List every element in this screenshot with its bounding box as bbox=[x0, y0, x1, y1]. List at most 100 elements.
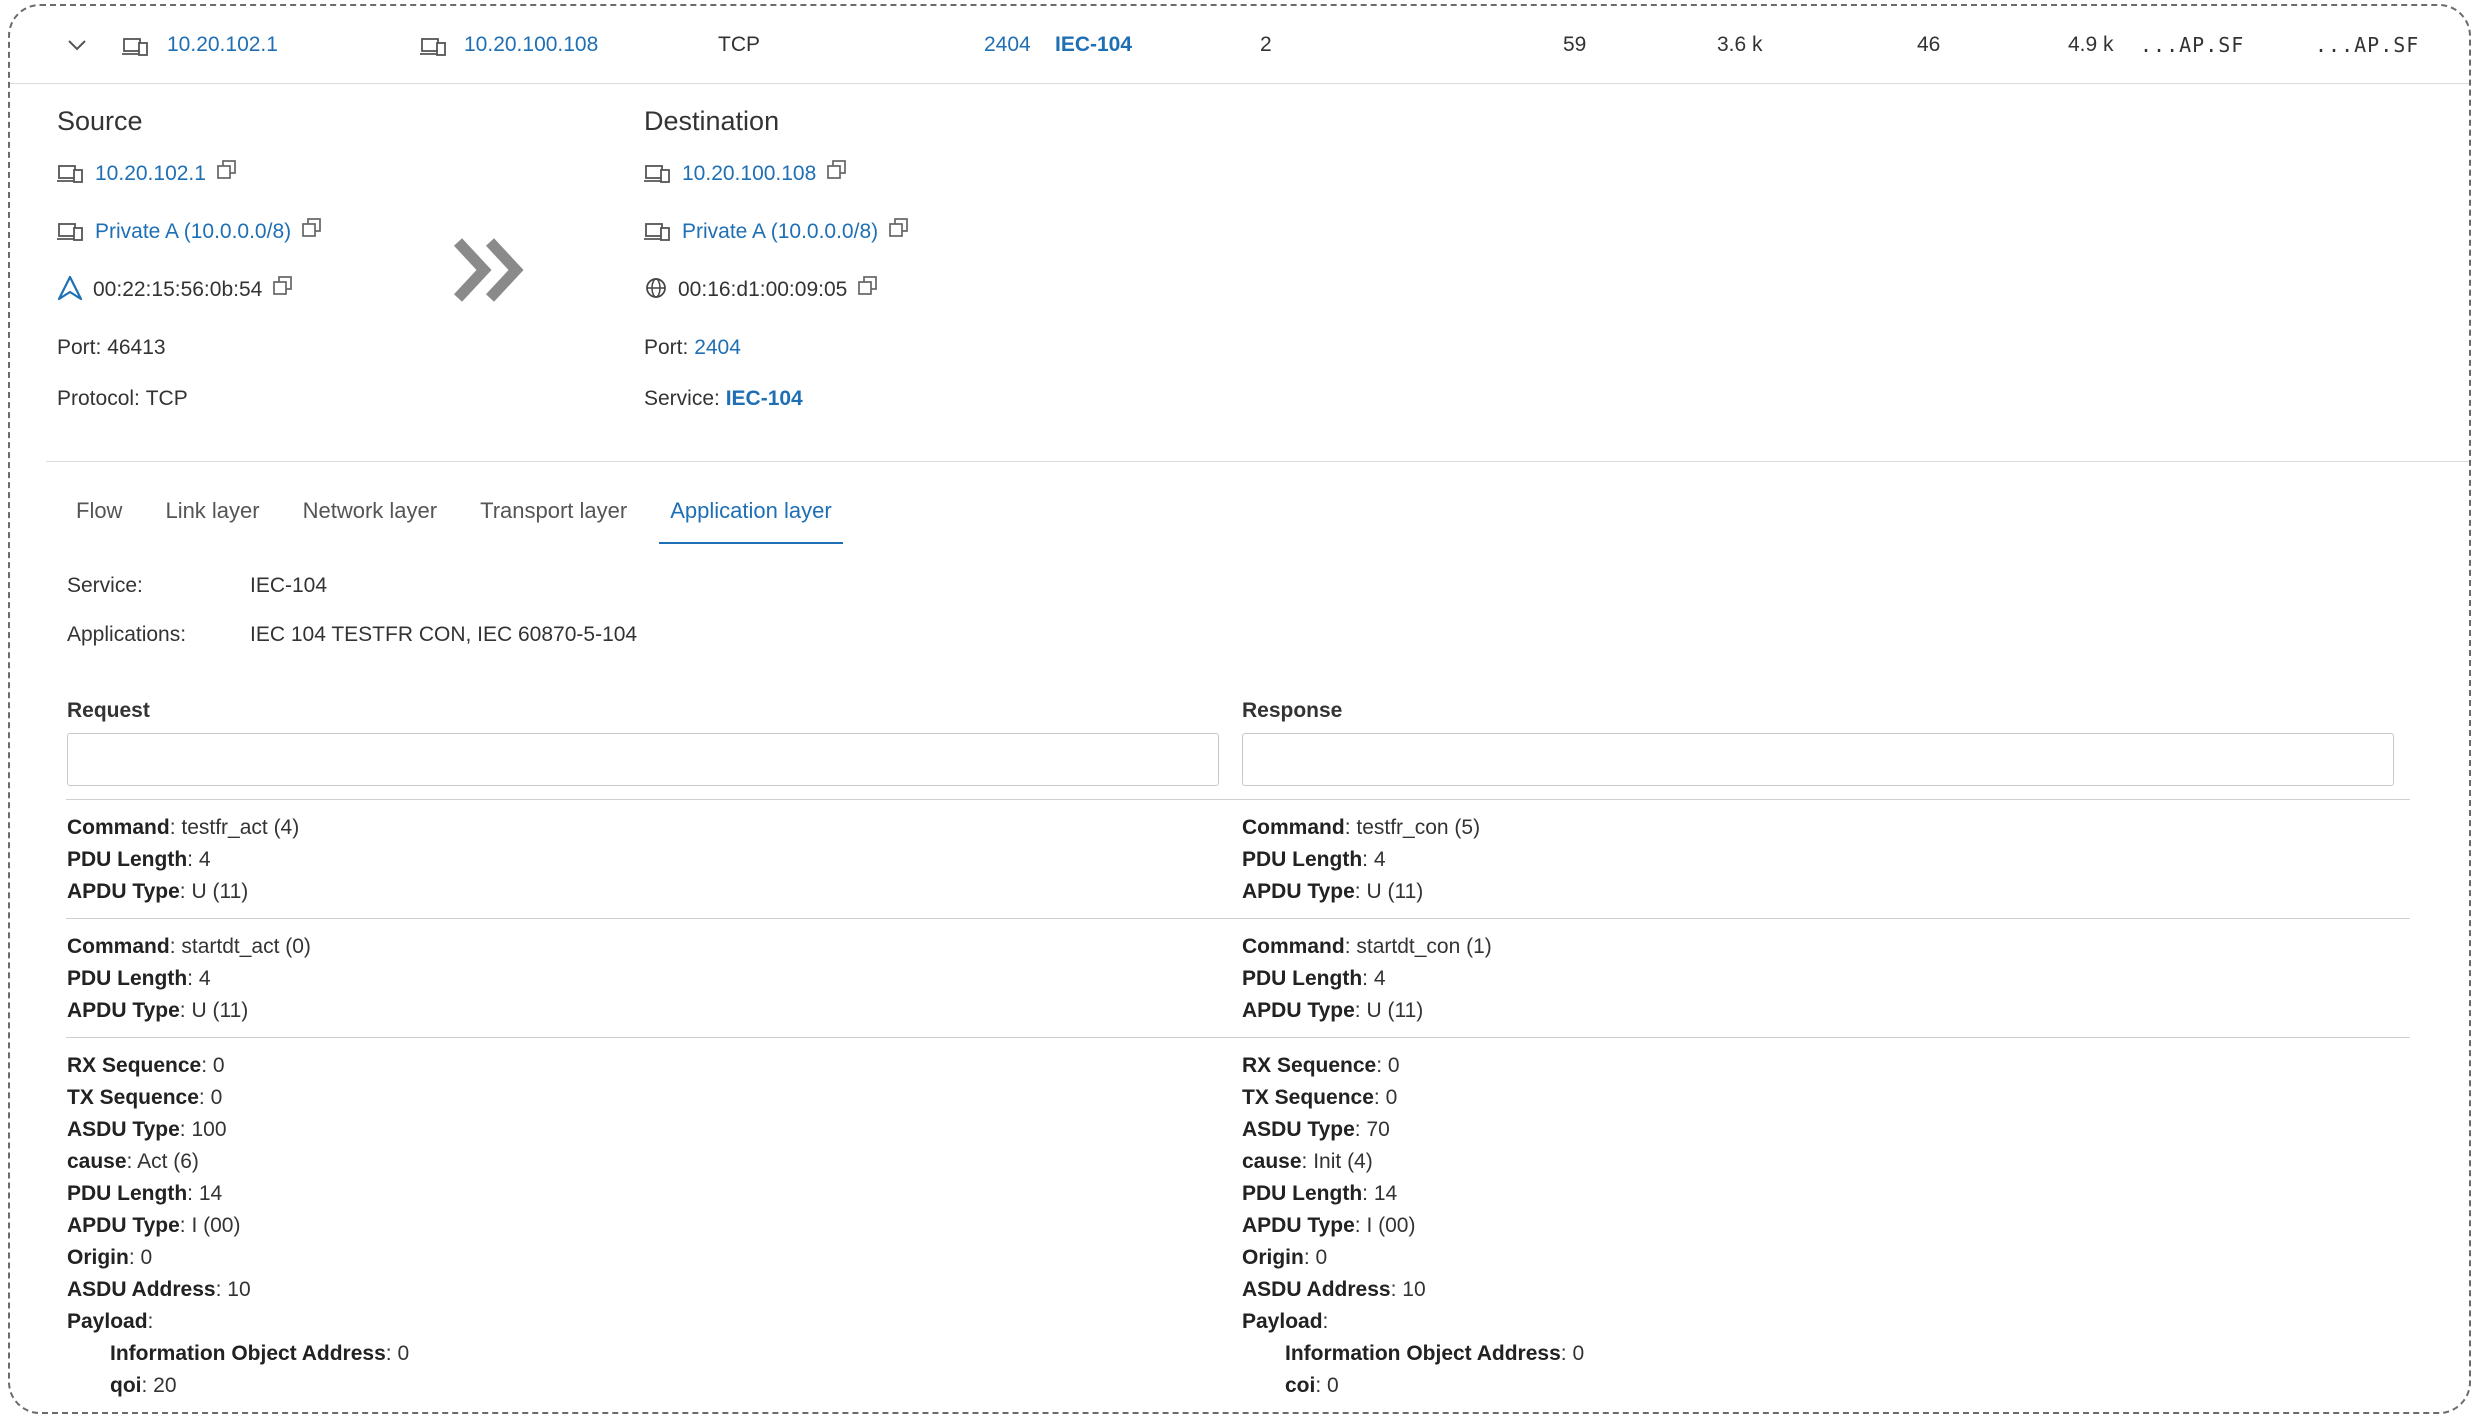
flow-detail-panel: 10.20.102.1 10.20.100.108 TCP 2404 IEC-1… bbox=[8, 4, 2471, 1414]
destination-port-line: Port: 2404 bbox=[644, 333, 910, 384]
pdu-field: ASDU Address: 10 bbox=[1242, 1278, 1426, 1301]
copy-icon[interactable] bbox=[857, 275, 879, 297]
request-pdu: RX Sequence: 0 TX Sequence: 0 ASDU Type:… bbox=[67, 1050, 409, 1402]
destination-mac: 00:16:d1:00:09:05 bbox=[678, 278, 848, 301]
pdu-field: Command: startdt_con (1) bbox=[1242, 935, 1492, 958]
chevron-down-icon[interactable] bbox=[62, 32, 92, 58]
pdu-field: Command: testfr_con (5) bbox=[1242, 816, 1481, 839]
pdu-field: PDU Length: 4 bbox=[1242, 967, 1386, 990]
flow-protocol: TCP bbox=[718, 33, 760, 56]
flow-flags-a: ...AP.SF bbox=[2140, 33, 2245, 57]
pdu-field: coi: 0 bbox=[1285, 1374, 1339, 1397]
pdu-field: cause: Init (4) bbox=[1242, 1150, 1373, 1173]
pdu-field: Command: testfr_act (4) bbox=[67, 816, 300, 839]
copy-icon[interactable] bbox=[888, 217, 910, 239]
pdu-field: PDU Length: 14 bbox=[67, 1182, 223, 1205]
source-heading: Source bbox=[57, 106, 143, 136]
pdu-field: APDU Type: U (11) bbox=[67, 999, 249, 1022]
response-filter-input[interactable] bbox=[1242, 733, 2394, 786]
source-mac-line: 00:22:15:56:0b:54 bbox=[57, 275, 323, 333]
destination-heading: Destination bbox=[644, 106, 780, 136]
flow-count: 2 bbox=[1260, 33, 1272, 56]
source-mac: 00:22:15:56:0b:54 bbox=[93, 278, 263, 301]
source-port-label: Port: bbox=[57, 336, 102, 359]
row-divider bbox=[66, 918, 2410, 919]
flow-flags-b: ...AP.SF bbox=[2315, 33, 2420, 57]
pdu-field: PDU Length: 4 bbox=[1242, 848, 1386, 871]
device-icon bbox=[57, 159, 85, 189]
tab-network-layer[interactable]: Network layer bbox=[292, 486, 448, 544]
source-port: 46413 bbox=[107, 336, 166, 359]
source-protocol-label: Protocol: bbox=[57, 387, 140, 410]
layer-tabs: Flow Link layer Network layer Transport … bbox=[65, 486, 864, 544]
copy-icon[interactable] bbox=[272, 275, 294, 297]
destination-service[interactable]: IEC-104 bbox=[726, 384, 803, 414]
pdu-field: Payload: bbox=[67, 1310, 154, 1333]
source-section: Source 10.20.102.1 Private A (10.0.0.0/8… bbox=[57, 106, 323, 435]
destination-section: Destination 10.20.100.108 Private A (10.… bbox=[644, 106, 910, 435]
response-pdu: RX Sequence: 0 TX Sequence: 0 ASDU Type:… bbox=[1242, 1050, 1584, 1402]
pdu-field: ASDU Type: 70 bbox=[1242, 1118, 1390, 1141]
tab-link-layer[interactable]: Link layer bbox=[154, 486, 270, 544]
flow-packets-a: 59 bbox=[1563, 33, 1587, 56]
destination-service-label: Service: bbox=[644, 387, 720, 410]
section-divider bbox=[46, 461, 2469, 462]
pdu-field: PDU Length: 4 bbox=[67, 848, 211, 871]
flow-service[interactable]: IEC-104 bbox=[1055, 30, 1132, 60]
flow-dst-ip[interactable]: 10.20.100.108 bbox=[464, 30, 598, 60]
source-network-line: Private A (10.0.0.0/8) bbox=[57, 217, 323, 275]
flow-packets-b: 46 bbox=[1917, 33, 1941, 56]
app-applications-value: IEC 104 TESTFR CON, IEC 60870-5-104 bbox=[250, 623, 638, 646]
destination-network[interactable]: Private A (10.0.0.0/8) bbox=[682, 217, 878, 247]
source-ip[interactable]: 10.20.102.1 bbox=[95, 159, 206, 189]
flow-summary-row[interactable]: 10.20.102.1 10.20.100.108 TCP 2404 IEC-1… bbox=[10, 6, 2469, 84]
pdu-field: cause: Act (6) bbox=[67, 1150, 199, 1173]
destination-service-line: Service: IEC-104 bbox=[644, 384, 910, 435]
source-protocol: TCP bbox=[145, 387, 188, 410]
destination-ip-line: 10.20.100.108 bbox=[644, 159, 910, 217]
device-icon bbox=[644, 217, 672, 247]
app-service-label: Service: bbox=[67, 574, 143, 597]
destination-port-label: Port: bbox=[644, 336, 689, 359]
app-service-value: IEC-104 bbox=[250, 574, 328, 597]
flow-bytes-a: 3.6 k bbox=[1717, 33, 1763, 56]
device-icon bbox=[57, 217, 85, 247]
row-divider bbox=[66, 1037, 2410, 1038]
pdu-field: PDU Length: 4 bbox=[67, 967, 211, 990]
destination-ip[interactable]: 10.20.100.108 bbox=[682, 159, 816, 189]
pdu-field: APDU Type: I (00) bbox=[67, 1214, 241, 1237]
row-divider bbox=[66, 799, 2410, 800]
request-filter-input[interactable] bbox=[67, 733, 1219, 786]
pdu-field: Information Object Address: 0 bbox=[1285, 1342, 1585, 1365]
double-chevron-right-icon bbox=[453, 238, 524, 302]
copy-icon[interactable] bbox=[216, 159, 238, 181]
tab-application-layer[interactable]: Application layer bbox=[659, 486, 843, 544]
tab-transport-layer[interactable]: Transport layer bbox=[469, 486, 638, 544]
pdu-field: APDU Type: U (11) bbox=[1242, 880, 1424, 903]
response-pdu: Command: testfr_con (5) PDU Length: 4 AP… bbox=[1242, 812, 1480, 908]
vendor-logo-icon bbox=[57, 275, 83, 301]
source-network[interactable]: Private A (10.0.0.0/8) bbox=[95, 217, 291, 247]
request-heading: Request bbox=[67, 699, 150, 722]
copy-icon[interactable] bbox=[301, 217, 323, 239]
app-service-row: Service: IEC-104 bbox=[67, 574, 327, 598]
source-ip-line: 10.20.102.1 bbox=[57, 159, 323, 217]
copy-icon[interactable] bbox=[826, 159, 848, 181]
response-heading: Response bbox=[1242, 699, 1343, 722]
device-icon bbox=[420, 32, 448, 62]
pdu-field: APDU Type: U (11) bbox=[67, 880, 249, 903]
pdu-field: APDU Type: U (11) bbox=[1242, 999, 1424, 1022]
flow-bytes-b: 4.9 k bbox=[2068, 33, 2114, 56]
flow-src-ip[interactable]: 10.20.102.1 bbox=[167, 30, 278, 60]
pdu-field: PDU Length: 14 bbox=[1242, 1182, 1398, 1205]
destination-mac-line: 00:16:d1:00:09:05 bbox=[644, 275, 910, 333]
destination-port[interactable]: 2404 bbox=[694, 333, 741, 363]
flow-dst-port[interactable]: 2404 bbox=[984, 30, 1031, 60]
pdu-field: Payload: bbox=[1242, 1310, 1329, 1333]
device-icon bbox=[122, 32, 150, 62]
tab-flow[interactable]: Flow bbox=[65, 486, 133, 544]
pdu-field: ASDU Address: 10 bbox=[67, 1278, 251, 1301]
pdu-field: TX Sequence: 0 bbox=[67, 1086, 223, 1109]
pdu-field: RX Sequence: 0 bbox=[67, 1054, 225, 1077]
destination-network-line: Private A (10.0.0.0/8) bbox=[644, 217, 910, 275]
